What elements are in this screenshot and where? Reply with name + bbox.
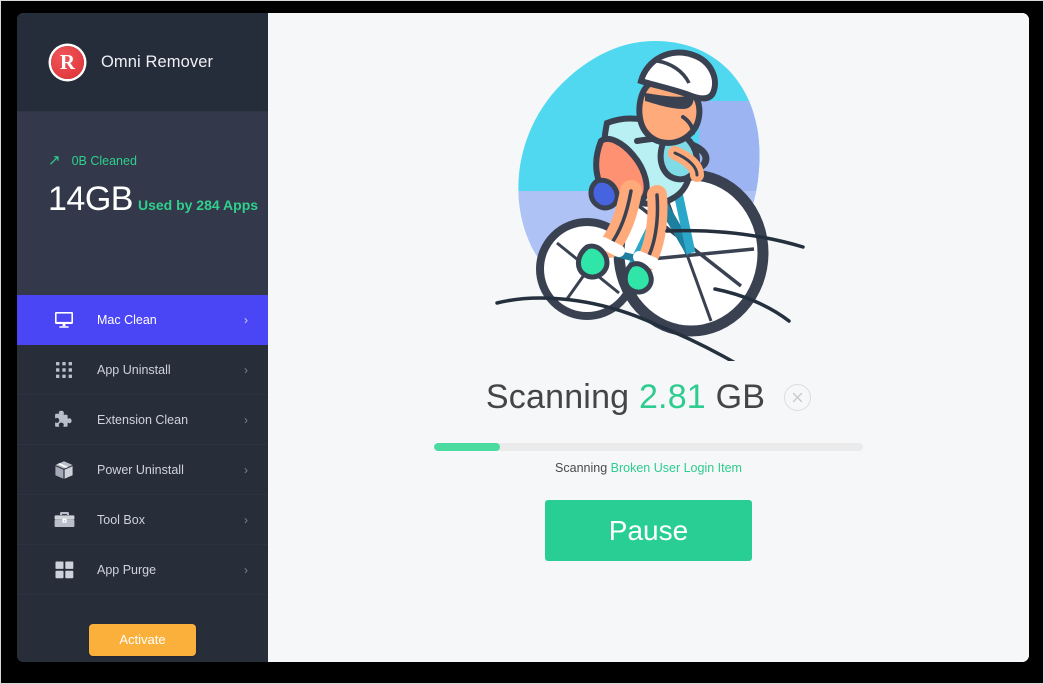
pause-button[interactable]: Pause: [545, 500, 752, 561]
sidebar-item-label: App Purge: [97, 562, 157, 577]
main-content: Scanning 2.81 GB Scanning Broken User Lo…: [268, 13, 1029, 662]
chevron-right-icon: ›: [244, 362, 248, 377]
app-logo-letter: R: [59, 49, 76, 74]
chevron-right-icon: ›: [244, 312, 248, 327]
scan-status-row: Scanning 2.81 GB: [486, 375, 812, 419]
used-apps-label: Used by 284 Apps: [137, 197, 259, 213]
monitor-icon: [53, 309, 75, 331]
scan-status-text: Scanning 2.81 GB: [486, 378, 765, 417]
arrow-up-right-icon: ↗: [48, 152, 61, 169]
scan-status-prefix: Scanning: [485, 377, 639, 416]
sidebar-item-mac-clean[interactable]: Mac Clean ›: [17, 295, 268, 345]
cleaned-amount-label: 0B Cleaned: [71, 153, 137, 168]
activate-button[interactable]: Activate: [89, 623, 196, 656]
sidebar-item-label: Mac Clean: [97, 312, 157, 327]
app-logo-icon: R: [51, 45, 84, 79]
sidebar-item-label: Extension Clean: [97, 412, 189, 427]
sidebar-item-extension-clean[interactable]: Extension Clean ›: [17, 395, 268, 445]
used-size-value: 14GB: [48, 180, 133, 218]
app-title: Omni Remover: [101, 52, 214, 71]
box-icon: [53, 459, 75, 481]
chevron-right-icon: ›: [244, 462, 248, 477]
chevron-right-icon: ›: [244, 412, 248, 427]
stats-panel: ↗ 0B Cleaned 14GB Used by 284 Apps: [17, 112, 268, 295]
grid-dots-icon: [53, 359, 75, 381]
scan-progress-label: Scanning Broken User Login Item: [555, 461, 742, 475]
cyclist-illustration: [479, 31, 819, 361]
close-circle-icon[interactable]: [784, 383, 812, 411]
toolbox-icon: [53, 509, 75, 531]
sidebar-item-label: Power Uninstall: [97, 462, 184, 477]
brand-header: R Omni Remover: [17, 13, 268, 112]
sidebar-item-app-uninstall[interactable]: App Uninstall ›: [17, 345, 268, 395]
chevron-right-icon: ›: [244, 562, 248, 577]
sidebar-item-tool-box[interactable]: Tool Box ›: [17, 495, 268, 545]
scan-progress-bar[interactable]: [434, 443, 863, 451]
activate-area: Activate: [17, 595, 268, 662]
sidebar-item-label: App Uninstall: [97, 362, 171, 377]
sidebar-item-label: Tool Box: [97, 512, 145, 527]
scan-progress-item: Broken User Login Item: [610, 461, 742, 475]
scan-progress-prefix: Scanning: [555, 461, 611, 475]
scan-progress-fill: [434, 443, 501, 451]
chevron-right-icon: ›: [244, 512, 248, 527]
sidebar-item-app-purge[interactable]: App Purge ›: [17, 545, 268, 595]
squares-icon: [53, 559, 75, 581]
scan-status-size: 2.81: [638, 377, 706, 416]
sidebar-nav: Mac Clean › App Uninstall › Extension Cl…: [17, 295, 268, 595]
window-frame: R Omni Remover ↗ 0B Cleaned 14GB Used by…: [0, 0, 1044, 684]
cleaned-row: ↗ 0B Cleaned: [48, 152, 268, 169]
app-window: R Omni Remover ↗ 0B Cleaned 14GB Used by…: [17, 13, 1029, 662]
scan-status-suffix: GB: [705, 377, 766, 416]
sidebar-item-power-uninstall[interactable]: Power Uninstall ›: [17, 445, 268, 495]
used-row: 14GB Used by 284 Apps: [48, 182, 268, 216]
puzzle-icon: [53, 409, 75, 431]
sidebar: R Omni Remover ↗ 0B Cleaned 14GB Used by…: [17, 13, 268, 662]
